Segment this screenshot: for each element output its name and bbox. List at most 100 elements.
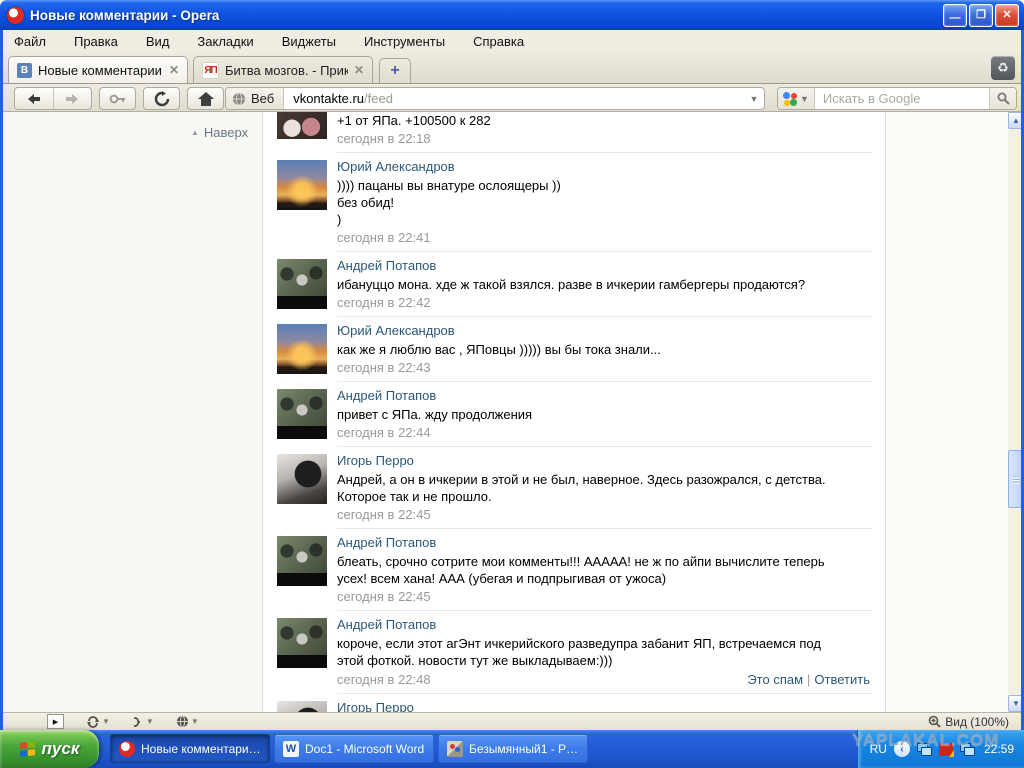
minimize-button[interactable]: — [943, 4, 967, 27]
search-go-button[interactable] [989, 88, 1016, 109]
taskbar-clock[interactable]: 22:59 [984, 742, 1014, 756]
spam-link[interactable]: Это спам [747, 672, 803, 687]
search-bar[interactable]: ▼ Искать в Google [777, 87, 1017, 110]
user-avatar[interactable] [277, 160, 327, 210]
tab-bar: В Новые комментарии ✕ ЯП Битва мозгов. -… [3, 54, 1021, 84]
taskbar-task-opera[interactable]: Новые комментарии... [110, 734, 270, 763]
zoom-control[interactable]: Вид (100%) [928, 715, 1021, 729]
taskbar-task-word[interactable]: WDoc1 - Microsoft Word [274, 734, 434, 763]
comment-text: ибануццо мона. хде ж такой взялся. разве… [337, 276, 870, 293]
back-to-top-link[interactable]: ▲ Наверх [191, 125, 248, 140]
connection-status-button[interactable]: ▼ [176, 715, 199, 728]
window-titlebar: Новые комментарии - Opera — ❒ ✕ [0, 0, 1024, 30]
scroll-up-button[interactable]: ▲ [1008, 112, 1021, 129]
url-field[interactable]: vkontakte.ru/feed [284, 91, 744, 106]
menu-item[interactable]: Справка [459, 31, 538, 53]
user-avatar[interactable] [277, 389, 327, 439]
user-avatar[interactable] [277, 454, 327, 504]
tab-new-comments[interactable]: В Новые комментарии ✕ [8, 56, 188, 83]
comment-time: сегодня в 22:45 [337, 590, 431, 604]
window-title: Новые комментарии - Opera [30, 8, 219, 23]
tab-close-icon[interactable]: ✕ [169, 63, 179, 77]
network-icon[interactable] [917, 743, 932, 756]
menu-item[interactable]: Закладки [183, 31, 267, 53]
forward-button[interactable] [54, 88, 92, 109]
scrollbar-thumb[interactable] [1008, 450, 1021, 508]
panels-toggle-button[interactable]: ▶ [47, 714, 64, 729]
s-curve-icon [132, 716, 144, 728]
author-link[interactable]: Игорь Перро [337, 453, 870, 468]
closed-tabs-trash-icon[interactable]: ♻ [991, 56, 1015, 80]
menu-item[interactable]: Инструменты [350, 31, 459, 53]
comment-text: блеать, срочно сотрите мои комменты!!! А… [337, 553, 870, 587]
url-host: vkontakte.ru [293, 91, 364, 106]
back-button[interactable] [15, 88, 54, 109]
opera-icon [119, 741, 135, 757]
address-dropdown-icon[interactable]: ▼ [744, 94, 764, 104]
author-link[interactable]: Юрий Александров [337, 323, 870, 338]
password-wand-button[interactable] [99, 87, 136, 110]
user-avatar[interactable] [277, 618, 327, 668]
new-tab-button[interactable]: + [379, 58, 411, 83]
actions-separator: | [807, 672, 810, 687]
comment-text: короче, если этот агЭнт ичкерийского раз… [337, 635, 870, 669]
page-viewport: ▲ Наверх +1 от ЯПа. +100500 к 282 сегодн… [3, 112, 1021, 712]
start-button[interactable]: пуск [0, 730, 99, 768]
sync-status-button[interactable]: ▼ [86, 716, 110, 728]
close-button[interactable]: ✕ [995, 4, 1019, 27]
menu-item[interactable]: Файл [3, 31, 60, 53]
network-icon-2[interactable] [960, 743, 975, 756]
taskbar-task-paint[interactable]: Безымянный1 - Paint [438, 734, 588, 763]
comment-text: )))) пацаны вы внатуре ослоящеры ))без о… [337, 177, 870, 228]
comment-time: сегодня в 22:42 [337, 296, 431, 310]
author-link[interactable]: Андрей Потапов [337, 535, 870, 550]
search-engine-selector[interactable]: ▼ [778, 88, 815, 109]
dropdown-icon: ▼ [102, 717, 110, 726]
search-input[interactable]: Искать в Google [815, 91, 989, 106]
word-icon: W [283, 741, 299, 757]
hide-icons-chevron[interactable]: ‹ [894, 741, 910, 757]
comment-row: Андрей Потапов ибануццо мона. хде ж тако… [263, 252, 885, 317]
menu-item[interactable]: Правка [60, 31, 132, 53]
author-link[interactable]: Андрей Потапов [337, 258, 870, 273]
user-avatar[interactable] [277, 259, 327, 309]
paint-icon [447, 741, 463, 757]
reload-button[interactable] [143, 87, 180, 110]
comment-row: Юрий Александров как же я люблю вас , ЯП… [263, 317, 885, 382]
tab-close-icon[interactable]: ✕ [354, 63, 364, 77]
system-tray: RU ‹ 22:59 [857, 730, 1024, 768]
content-divider-right [885, 112, 886, 712]
author-link[interactable]: Андрей Потапов [337, 388, 870, 403]
content-right-margin [886, 112, 1008, 712]
tab-bitva-mozgov[interactable]: ЯП Битва мозгов. - Прикол... ✕ [193, 56, 373, 83]
globe-icon [232, 92, 246, 106]
comment-text: +1 от ЯПа. +100500 к 282 [337, 112, 870, 129]
search-engine-dropdown-icon: ▼ [800, 94, 809, 104]
scroll-down-button[interactable]: ▼ [1008, 695, 1021, 712]
reply-link[interactable]: Ответить [814, 672, 870, 687]
site-badge[interactable]: Веб [226, 88, 284, 109]
comment-text: как же я люблю вас , ЯПовцы ))))) вы бы … [337, 341, 870, 358]
user-avatar[interactable] [277, 324, 327, 374]
menu-item[interactable]: Вид [132, 31, 184, 53]
user-avatar[interactable] [277, 536, 327, 586]
comments-column: +1 от ЯПа. +100500 к 282 сегодня в 22:18… [263, 112, 885, 712]
user-avatar[interactable] [277, 112, 327, 139]
desktop: Новые комментарии - Opera — ❒ ✕ ФайлПрав… [0, 0, 1024, 768]
comment-row: Игорь Перро Андрей, а он в ичкерии в это… [263, 447, 885, 529]
alert-icon[interactable] [939, 743, 953, 756]
vertical-scrollbar[interactable]: ▲ ▼ [1008, 112, 1021, 712]
author-link[interactable]: Андрей Потапов [337, 617, 870, 632]
address-bar[interactable]: Веб vkontakte.ru/feed ▼ [225, 87, 765, 110]
home-button[interactable] [187, 87, 224, 110]
menu-item[interactable]: Виджеты [268, 31, 350, 53]
fit-to-width-button[interactable]: ▼ [132, 716, 154, 728]
comment-row: Андрей Потапов привет с ЯПа. жду продолж… [263, 382, 885, 447]
author-link[interactable]: Юрий Александров [337, 159, 870, 174]
language-indicator[interactable]: RU [870, 742, 887, 756]
comment-row: Игорь Перро Новый символ ЯПа :) [263, 694, 885, 712]
author-link[interactable]: Игорь Перро [337, 700, 870, 712]
maximize-button[interactable]: ❒ [969, 4, 993, 27]
window-border-left [0, 30, 3, 730]
user-avatar[interactable] [277, 701, 327, 712]
